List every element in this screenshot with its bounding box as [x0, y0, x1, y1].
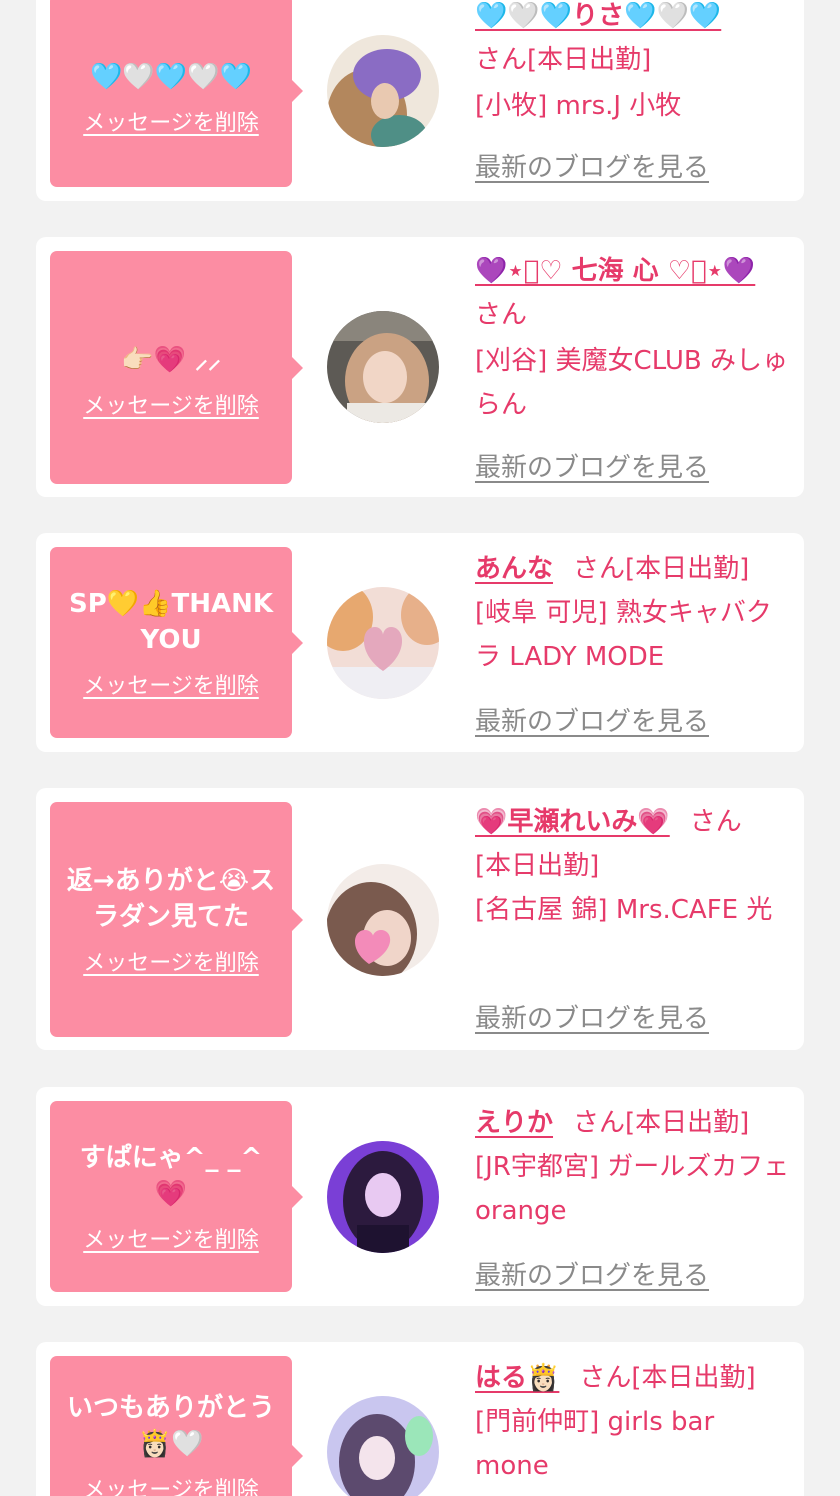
honorific-label: さん	[573, 554, 626, 584]
message-bubble: SP💛👍THANK YOU メッセージを削除	[50, 547, 303, 738]
honorific-label: さん	[689, 807, 742, 837]
message-bubble: すぱにゃ^_ _^ 💗 メッセージを削除	[50, 1101, 303, 1292]
message-text: 返→ありがと😭スラダン見てた	[66, 865, 276, 932]
message-card: すぱにゃ^_ _^ 💗 メッセージを削除 えりか さん[本日出勤] [JR宇都宮]…	[36, 1087, 804, 1306]
attendance-label: [本日出勤]	[527, 45, 652, 75]
message-card: 🩵🤍🩵🤍🩵 メッセージを削除 🩵🤍🩵りさ🩵🤍🩵 さん[本日出勤] [小牧] mr…	[36, 0, 804, 201]
girl-avatar[interactable]	[327, 35, 439, 147]
delete-message-button[interactable]: メッセージを削除	[83, 668, 259, 700]
honorific-label: さん	[579, 1363, 632, 1393]
delete-message-button[interactable]: メッセージを削除	[83, 388, 259, 420]
honorific-label: さん	[573, 1108, 626, 1138]
message-feed: 🩵🤍🩵🤍🩵 メッセージを削除 🩵🤍🩵りさ🩵🤍🩵 さん[本日出勤] [小牧] mr…	[0, 0, 840, 1496]
message-text: 👉🏻💗 ⸝⸝	[121, 344, 221, 375]
girl-name-link[interactable]: 💗早瀬れいみ💗	[475, 807, 670, 837]
attendance-label: [本日出勤]	[625, 554, 750, 584]
delete-message-button[interactable]: メッセージを削除	[83, 105, 259, 137]
girl-info: えりか さん[本日出勤] [JR宇都宮] ガールズカフェ orange	[475, 1101, 793, 1233]
latest-blog-link[interactable]: 最新のブログを見る	[475, 1255, 709, 1292]
message-text: すぱにゃ^_ _^ 💗	[79, 1142, 263, 1209]
attendance-label: [本日出勤]	[631, 1363, 756, 1393]
girl-name-link[interactable]: 🩵🤍🩵りさ🩵🤍🩵	[475, 1, 721, 31]
message-card: 返→ありがと😭スラダン見てた メッセージを削除 💗早瀬れいみ💗 さん [本日出勤]…	[36, 788, 804, 1050]
girl-info: 🩵🤍🩵りさ🩵🤍🩵 さん[本日出勤] [小牧] mrs.J 小牧	[475, 0, 793, 128]
girl-photo-icon	[327, 864, 439, 976]
girl-info: 💜⋆͛♡ 七海 心 ♡͛⋆💜 さん [刈谷] 美魔女CLUB みしゅらん	[475, 249, 793, 427]
message-bubble: 👉🏻💗 ⸝⸝ メッセージを削除	[50, 251, 303, 484]
girl-name-link[interactable]: えりか	[475, 1108, 553, 1138]
message-card: 👉🏻💗 ⸝⸝ メッセージを削除 💜⋆͛♡ 七海 心 ♡͛⋆💜 さん [刈谷] 美…	[36, 237, 804, 497]
message-card: いつもありがとう👸🏻🤍 メッセージを削除 はる👸🏻 さん[本日出勤] [門前仲町]…	[36, 1342, 804, 1496]
latest-blog-link[interactable]: 最新のブログを見る	[475, 998, 709, 1035]
girl-photo-icon	[327, 1141, 439, 1253]
attendance-label: [本日出勤]	[625, 1108, 750, 1138]
delete-message-button[interactable]: メッセージを削除	[83, 945, 259, 977]
girl-avatar[interactable]	[327, 587, 439, 699]
message-card: SP💛👍THANK YOU メッセージを削除 あんな さん[本日出勤] [岐阜 可…	[36, 533, 804, 752]
message-text: SP💛👍THANK YOU	[68, 588, 274, 655]
latest-blog-link[interactable]: 最新のブログを見る	[475, 447, 709, 484]
shop-label: [名古屋 錦] Mrs.CAFE 光	[475, 895, 773, 925]
latest-blog-link[interactable]: 最新のブログを見る	[475, 147, 709, 184]
message-text: いつもありがとう👸🏻🤍	[66, 1393, 275, 1459]
honorific-label: さん	[475, 45, 528, 75]
girl-avatar[interactable]	[327, 1141, 439, 1253]
message-bubble: 🩵🤍🩵🤍🩵 メッセージを削除	[50, 0, 303, 187]
girl-info: 💗早瀬れいみ💗 さん [本日出勤] [名古屋 錦] Mrs.CAFE 光	[475, 800, 793, 932]
girl-name-link[interactable]: はる👸🏻	[475, 1363, 559, 1393]
girl-name-link[interactable]: あんな	[475, 554, 553, 584]
girl-photo-icon	[327, 35, 439, 147]
girl-avatar[interactable]	[327, 1396, 439, 1496]
shop-label: [岐阜 可児] 熟女キャバクラ LADY MODE	[475, 598, 772, 672]
girl-photo-icon	[327, 1396, 439, 1496]
latest-blog-link[interactable]: 最新のブログを見る	[475, 701, 709, 738]
shop-label: [刈谷] 美魔女CLUB みしゅらん	[475, 346, 789, 420]
attendance-label: [本日出勤]	[475, 851, 600, 881]
girl-name-link[interactable]: 💜⋆͛♡ 七海 心 ♡͛⋆💜	[475, 256, 755, 286]
shop-label: [小牧] mrs.J 小牧	[475, 91, 682, 121]
message-text: 🩵🤍🩵🤍🩵	[90, 61, 252, 92]
delete-message-button[interactable]: メッセージを削除	[83, 1222, 259, 1254]
girl-info: はる👸🏻 さん[本日出勤] [門前仲町] girls bar mone	[475, 1356, 793, 1488]
delete-message-button[interactable]: メッセージを削除	[83, 1472, 259, 1496]
shop-label: [門前仲町] girls bar mone	[475, 1407, 715, 1481]
girl-info: あんな さん[本日出勤] [岐阜 可児] 熟女キャバクラ LADY MODE	[475, 547, 793, 679]
heart-photo-icon	[327, 587, 439, 699]
message-bubble: いつもありがとう👸🏻🤍 メッセージを削除	[50, 1356, 303, 1496]
girl-avatar[interactable]	[327, 311, 439, 423]
message-bubble: 返→ありがと😭スラダン見てた メッセージを削除	[50, 802, 303, 1037]
shop-label: [JR宇都宮] ガールズカフェ orange	[475, 1152, 790, 1226]
girl-avatar[interactable]	[327, 864, 439, 976]
girl-photo-icon	[327, 311, 439, 423]
honorific-label: さん	[475, 300, 528, 330]
